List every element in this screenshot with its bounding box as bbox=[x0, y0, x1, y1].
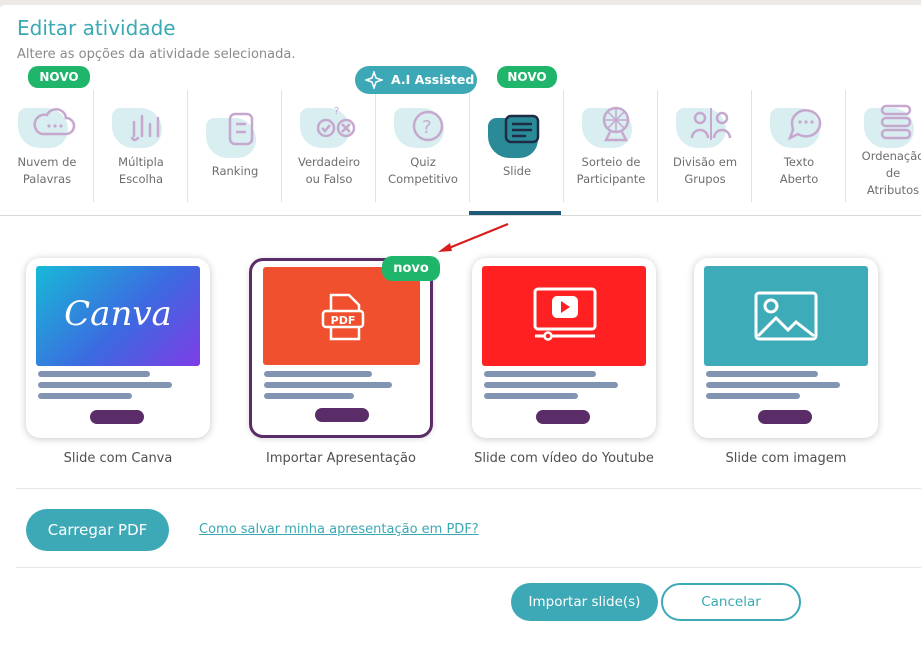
svg-text:?: ? bbox=[422, 117, 432, 138]
image-thumbnail bbox=[704, 266, 868, 366]
card-label: Importar Apresentação bbox=[266, 451, 416, 466]
help-pdf-link[interactable]: Como salvar minha apresentação em PDF? bbox=[199, 522, 479, 537]
tab-label: Sorteio de Participante bbox=[576, 155, 646, 186]
cancel-button[interactable]: Cancelar bbox=[661, 583, 801, 621]
svg-text:PDF: PDF bbox=[331, 314, 356, 327]
ranking-icon bbox=[228, 112, 254, 146]
tab-divisao-em-grupos[interactable]: Divisão em Grupos bbox=[658, 90, 752, 202]
tab-ordenacao-de-atributos[interactable]: Ordenação de Atributos bbox=[846, 90, 921, 200]
slide-image-card[interactable] bbox=[694, 258, 878, 438]
card-label: Slide com Canva bbox=[63, 451, 173, 466]
tab-label: Verdadeiro ou Falso bbox=[297, 155, 360, 186]
canva-logo: Canva bbox=[64, 294, 172, 334]
chat-icon bbox=[787, 109, 822, 141]
pdf-icon: PDF bbox=[321, 293, 365, 341]
true-false-icon: ? bbox=[316, 106, 356, 138]
sort-icon bbox=[880, 104, 912, 140]
sparkle-icon bbox=[365, 71, 383, 89]
tab-verdadeiro-ou-falso[interactable]: ? Verdadeiro ou Falso bbox=[282, 90, 376, 202]
quiz-icon: ? bbox=[412, 110, 444, 142]
tabs-divider bbox=[0, 215, 921, 216]
tab-texto-aberto[interactable]: Texto Aberto bbox=[752, 90, 846, 202]
tab-sorteio-de-participante[interactable]: Sorteio de Participante bbox=[564, 90, 658, 202]
import-presentation-card[interactable]: PDF bbox=[249, 258, 433, 438]
page-title: Editar atividade bbox=[17, 16, 176, 40]
tab-multipla-escolha[interactable]: Múltipla Escolha bbox=[94, 90, 188, 202]
divider bbox=[16, 567, 921, 568]
youtube-player-icon bbox=[533, 287, 597, 341]
bars-icon bbox=[130, 114, 160, 142]
tab-label: Ranking bbox=[211, 164, 259, 178]
youtube-thumbnail bbox=[482, 266, 646, 366]
novo-badge: NOVO bbox=[497, 66, 557, 88]
divider bbox=[16, 488, 921, 489]
tab-label: Texto Aberto bbox=[779, 155, 819, 186]
upload-pdf-button[interactable]: Carregar PDF bbox=[26, 509, 169, 551]
tab-label: Divisão em Grupos bbox=[672, 155, 738, 186]
tab-label: Nuvem de Palavras bbox=[17, 155, 77, 186]
active-tab-indicator bbox=[469, 211, 561, 215]
slide-canva-card[interactable]: Canva bbox=[26, 258, 210, 438]
card-label: Slide com imagem bbox=[725, 451, 847, 466]
tab-label: Ordenação de Atributos bbox=[861, 149, 921, 197]
cloud-icon bbox=[33, 108, 76, 136]
canva-thumbnail: Canva bbox=[36, 266, 200, 366]
card-label: Slide com vídeo do Youtube bbox=[474, 451, 654, 466]
wheel-icon bbox=[602, 106, 630, 142]
tab-ranking[interactable]: Ranking bbox=[188, 90, 282, 202]
page-subtitle: Altere as opções da atividade selecionad… bbox=[17, 47, 296, 62]
ai-assisted-badge: A.I Assisted bbox=[355, 66, 477, 94]
import-slides-button[interactable]: Importar slide(s) bbox=[511, 583, 658, 621]
slide-icon bbox=[504, 114, 540, 144]
svg-text:?: ? bbox=[334, 106, 339, 117]
tab-label: Múltipla Escolha bbox=[118, 155, 164, 186]
tab-slide[interactable]: Slide bbox=[470, 90, 564, 202]
image-icon bbox=[754, 291, 818, 341]
tab-label: Slide bbox=[502, 164, 532, 178]
slide-youtube-card[interactable] bbox=[472, 258, 656, 438]
tab-nuvem-de-palavras[interactable]: Nuvem de Palavras bbox=[0, 90, 94, 202]
tab-quiz-competitivo[interactable]: ? Quiz Competitivo bbox=[376, 90, 470, 202]
novo-badge: novo bbox=[382, 256, 440, 281]
novo-badge: NOVO bbox=[28, 66, 90, 88]
tab-label: Quiz Competitivo bbox=[388, 155, 458, 186]
groups-icon bbox=[690, 108, 732, 140]
red-arrow-annotation bbox=[438, 222, 509, 252]
pdf-thumbnail: PDF bbox=[263, 267, 420, 365]
